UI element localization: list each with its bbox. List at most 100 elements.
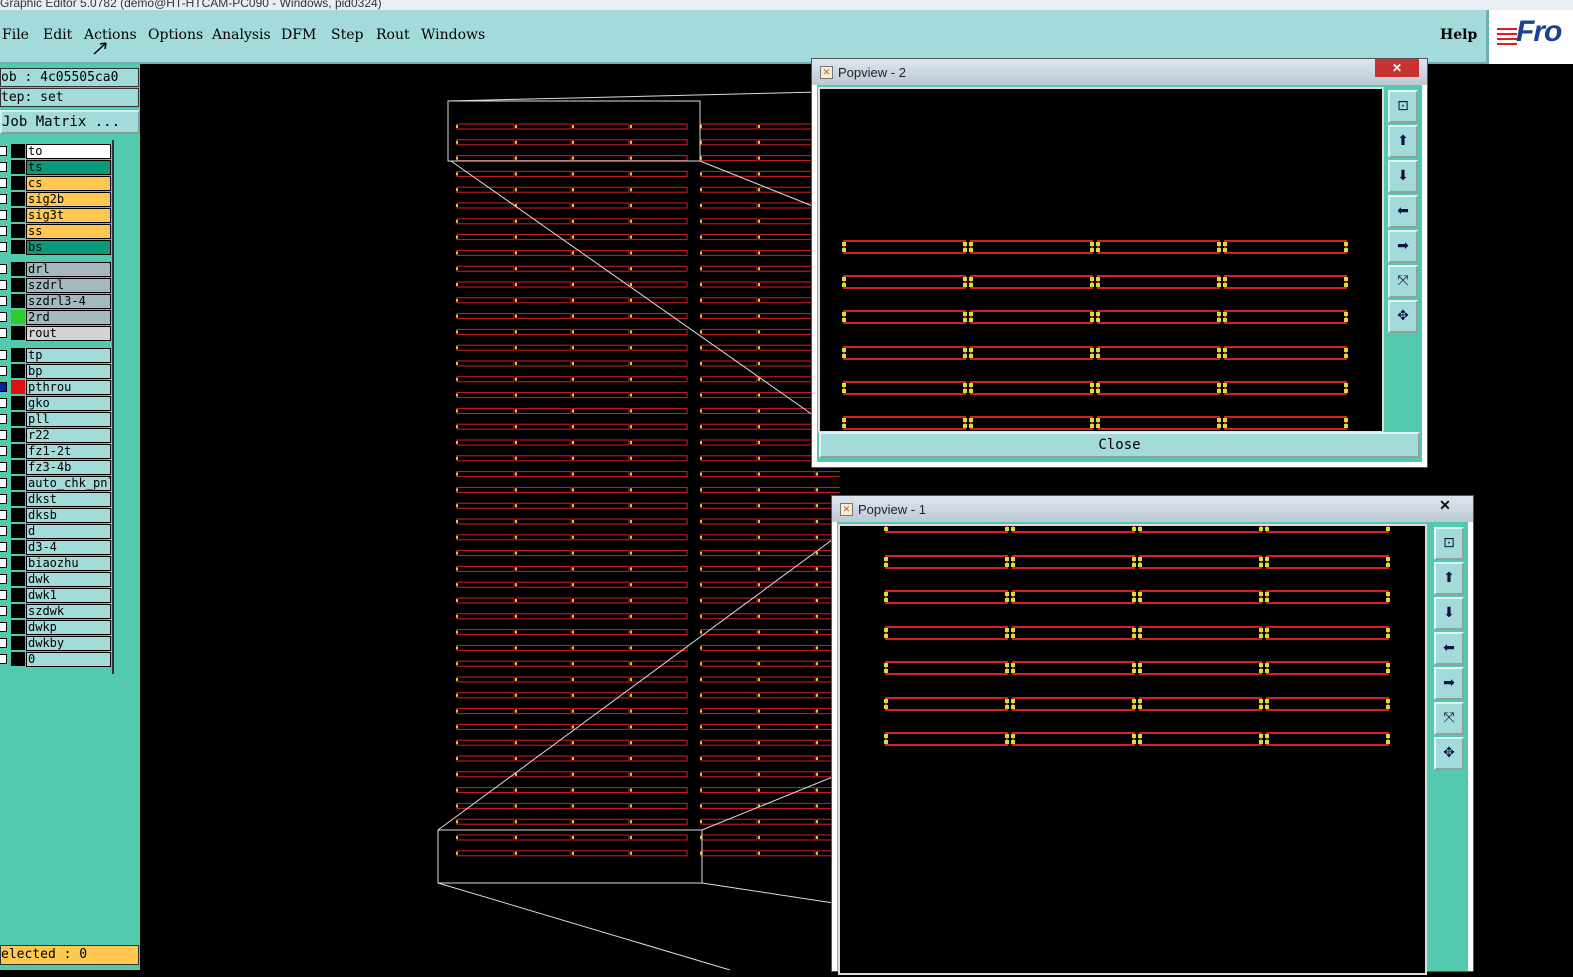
layer-row-bp[interactable]: bp [0, 364, 112, 379]
pan-up-icon[interactable]: ⬆ [1434, 562, 1464, 595]
pan-left-icon[interactable]: ⬅ [1388, 195, 1418, 228]
layer-name[interactable]: dwkby [26, 636, 111, 651]
layer-checkbox[interactable] [0, 414, 7, 424]
layer-checkbox[interactable] [0, 446, 7, 456]
layer-name[interactable]: to [26, 144, 111, 159]
layer-name[interactable]: dwk1 [26, 588, 111, 603]
graphic-canvas[interactable] [140, 64, 840, 970]
layer-row-tp[interactable]: tp [0, 348, 112, 363]
layer-name[interactable]: bs [26, 240, 111, 255]
layer-name[interactable]: szdwk [26, 604, 111, 619]
layer-color-swatch[interactable] [11, 524, 25, 538]
layer-name[interactable]: dkst [26, 492, 111, 507]
layer-color-swatch[interactable] [11, 380, 25, 394]
layer-name[interactable]: dwk [26, 572, 111, 587]
pan-right-icon[interactable]: ➡ [1388, 230, 1418, 263]
layer-color-swatch[interactable] [11, 460, 25, 474]
layer-color-swatch[interactable] [11, 192, 25, 206]
zoom-window-icon[interactable]: ⊡ [1388, 90, 1418, 123]
layer-color-swatch[interactable] [11, 412, 25, 426]
layer-checkbox[interactable] [0, 242, 7, 252]
layer-checkbox[interactable] [0, 462, 7, 472]
layer-name[interactable]: fz3-4b [26, 460, 111, 475]
layer-checkbox[interactable] [0, 312, 7, 322]
layer-color-swatch[interactable] [11, 604, 25, 618]
layer-name[interactable]: dksb [26, 508, 111, 523]
layer-row-drl[interactable]: drl [0, 262, 112, 277]
menu-help[interactable]: Help [1440, 27, 1477, 43]
zoom-fit-icon[interactable]: ⤧ [1388, 265, 1418, 298]
layer-name[interactable]: rout [26, 326, 111, 341]
zoom-center-icon[interactable]: ✥ [1388, 300, 1418, 333]
layer-name[interactable]: r22 [26, 428, 111, 443]
layer-name[interactable]: d [26, 524, 111, 539]
layer-color-swatch[interactable] [11, 278, 25, 292]
menu-file[interactable]: File [2, 27, 29, 43]
layer-row-cs[interactable]: cs [0, 176, 112, 191]
pan-up-icon[interactable]: ⬆ [1388, 125, 1418, 158]
layer-checkbox[interactable] [0, 296, 7, 306]
layer-name[interactable]: d3-4 [26, 540, 111, 555]
layer-row-to[interactable]: to [0, 144, 112, 159]
menu-dfm[interactable]: DFM [281, 27, 316, 43]
layer-color-swatch[interactable] [11, 240, 25, 254]
layer-color-swatch[interactable] [11, 652, 25, 666]
layer-row-dksb[interactable]: dksb [0, 508, 112, 523]
layer-name[interactable]: dwkp [26, 620, 111, 635]
job-matrix-button[interactable]: Job Matrix ... [0, 110, 140, 134]
layer-row-fz1-2t[interactable]: fz1-2t [0, 444, 112, 459]
popview-2-close-button[interactable]: Close [819, 432, 1420, 458]
layer-checkbox[interactable] [0, 654, 7, 664]
layer-row-szdrl3-4[interactable]: szdrl3-4 [0, 294, 112, 309]
layer-row-auto_chk_pnl[interactable]: auto_chk_pnl [0, 476, 112, 491]
layer-row-rout[interactable]: rout [0, 326, 112, 341]
layer-color-swatch[interactable] [11, 444, 25, 458]
popview-1-titlebar[interactable]: ✕ Popview - 1 [832, 496, 1473, 522]
layer-checkbox[interactable] [0, 146, 7, 156]
menu-rout[interactable]: Rout [376, 27, 410, 43]
popview-1-canvas[interactable] [838, 519, 1427, 975]
layer-row-pll[interactable]: pll [0, 412, 112, 427]
layer-name[interactable]: szdrl3-4 [26, 294, 111, 309]
pan-left-icon[interactable]: ⬅ [1434, 632, 1464, 665]
layer-row-fz3-4b[interactable]: fz3-4b [0, 460, 112, 475]
pan-down-icon[interactable]: ⬇ [1434, 597, 1464, 630]
layer-row-biaozhu[interactable]: biaozhu [0, 556, 112, 571]
layer-row-ss[interactable]: ss [0, 224, 112, 239]
layer-checkbox[interactable] [0, 398, 7, 408]
layer-checkbox[interactable] [0, 328, 7, 338]
layer-row-dwkp[interactable]: dwkp [0, 620, 112, 635]
menu-options[interactable]: Options [148, 27, 203, 43]
layer-color-swatch[interactable] [11, 508, 25, 522]
zoom-fit-icon[interactable]: ⤧ [1434, 702, 1464, 735]
layer-row-d3-4[interactable]: d3-4 [0, 540, 112, 555]
layer-name[interactable]: pll [26, 412, 111, 427]
layer-row-szdwk[interactable]: szdwk [0, 604, 112, 619]
layer-row-sig2b[interactable]: sig2b [0, 192, 112, 207]
layer-checkbox[interactable] [0, 606, 7, 616]
menu-windows[interactable]: Windows [421, 27, 485, 43]
layer-name[interactable]: sig3t [26, 208, 111, 223]
layer-row-dwkby[interactable]: dwkby [0, 636, 112, 651]
layer-name[interactable]: cs [26, 176, 111, 191]
layer-color-swatch[interactable] [11, 540, 25, 554]
layer-color-swatch[interactable] [11, 224, 25, 238]
layer-checkbox[interactable] [0, 350, 7, 360]
layer-row-d[interactable]: d [0, 524, 112, 539]
layer-row-pthrou[interactable]: pthrou [0, 380, 112, 395]
popview-2-titlebar[interactable]: ✕ Popview - 2 [812, 59, 1427, 85]
layer-checkbox[interactable] [0, 162, 7, 172]
layer-color-swatch[interactable] [11, 556, 25, 570]
layer-checkbox[interactable] [0, 542, 7, 552]
layer-checkbox[interactable] [0, 638, 7, 648]
layer-row-0[interactable]: 0 [0, 652, 112, 667]
layer-row-dwk[interactable]: dwk [0, 572, 112, 587]
popview-2-canvas[interactable] [818, 87, 1384, 433]
layer-checkbox[interactable] [0, 430, 7, 440]
layer-checkbox[interactable] [0, 264, 7, 274]
layer-row-dkst[interactable]: dkst [0, 492, 112, 507]
layer-color-swatch[interactable] [11, 208, 25, 222]
layer-color-swatch[interactable] [11, 310, 25, 324]
layer-color-swatch[interactable] [11, 396, 25, 410]
layer-color-swatch[interactable] [11, 492, 25, 506]
